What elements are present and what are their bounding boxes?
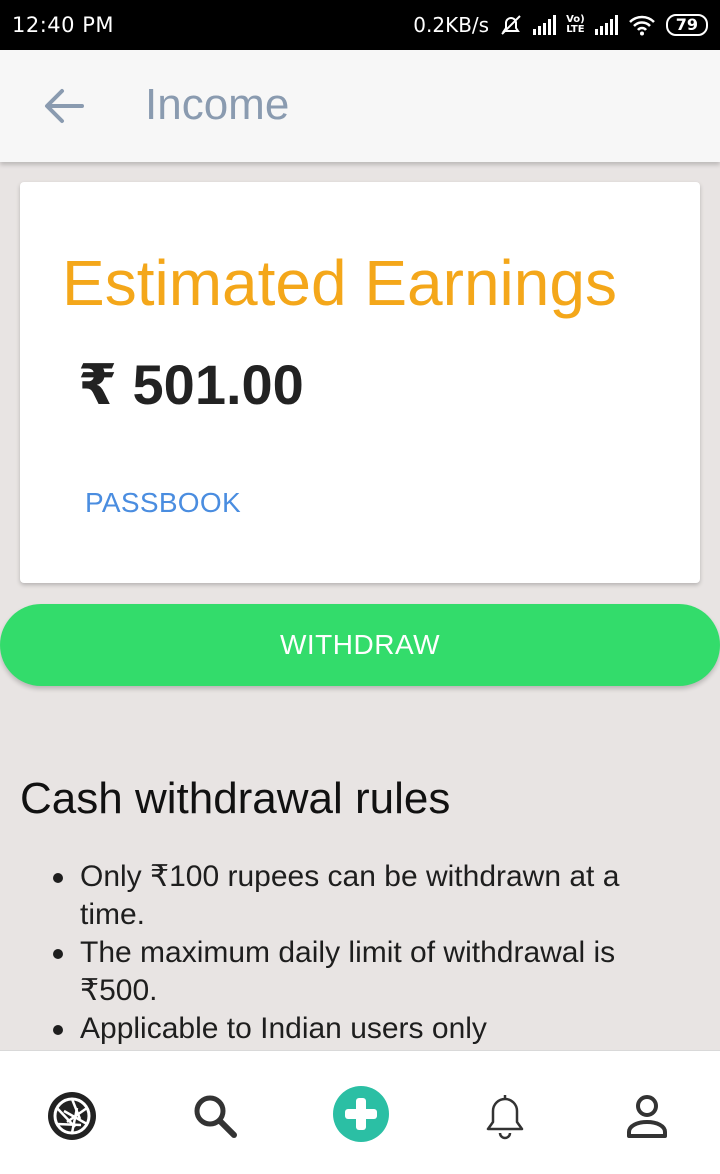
earnings-amount: ₹ 501.00 <box>78 353 304 416</box>
aperture-icon <box>48 1092 96 1140</box>
nav-search[interactable] <box>188 1089 242 1143</box>
signal-icon-2 <box>594 15 618 35</box>
search-icon <box>194 1095 237 1138</box>
signal-icon <box>533 15 557 35</box>
status-icons: 0.2KB/s Vo) LTE 79 <box>413 13 708 37</box>
alarm-off-icon <box>501 15 521 35</box>
lte-label: LTE <box>566 24 585 35</box>
bottom-nav <box>0 1050 720 1174</box>
nav-profile[interactable] <box>620 1089 674 1143</box>
page-title: Income <box>145 80 290 129</box>
list-item: The maximum daily limit of withdrawal is… <box>53 934 690 1010</box>
list-item: Only ₹100 rupees can be withdrawn at a t… <box>53 858 690 934</box>
app-bar: Income <box>0 50 720 162</box>
nav-notifications[interactable] <box>478 1089 532 1143</box>
bell-icon <box>486 1095 524 1140</box>
earnings-card: Estimated Earnings ₹ 501.00 PASSBOOK <box>20 182 700 583</box>
passbook-link[interactable]: PASSBOOK <box>85 487 241 519</box>
status-time: 12:40 PM <box>12 13 114 37</box>
plus-circle-icon <box>333 1086 389 1142</box>
withdraw-button[interactable]: WITHDRAW <box>0 604 720 686</box>
status-bar: 12:40 PM 0.2KB/s Vo) LTE 79 <box>0 0 720 50</box>
network-speed: 0.2KB/s <box>413 13 490 37</box>
user-icon <box>627 1095 667 1138</box>
list-item: Applicable to Indian users only <box>53 1010 690 1048</box>
rules-title: Cash withdrawal rules <box>20 774 451 823</box>
wifi-icon <box>628 15 655 36</box>
rules-list: Only ₹100 rupees can be withdrawn at a t… <box>53 858 690 1048</box>
battery-indicator: 79 <box>665 14 708 36</box>
earnings-title: Estimated Earnings <box>62 247 617 319</box>
volte-icon: Vo) LTE <box>566 15 585 35</box>
arrow-left-icon[interactable] <box>42 86 86 126</box>
nav-home[interactable] <box>45 1089 99 1143</box>
nav-add[interactable] <box>332 1085 390 1143</box>
